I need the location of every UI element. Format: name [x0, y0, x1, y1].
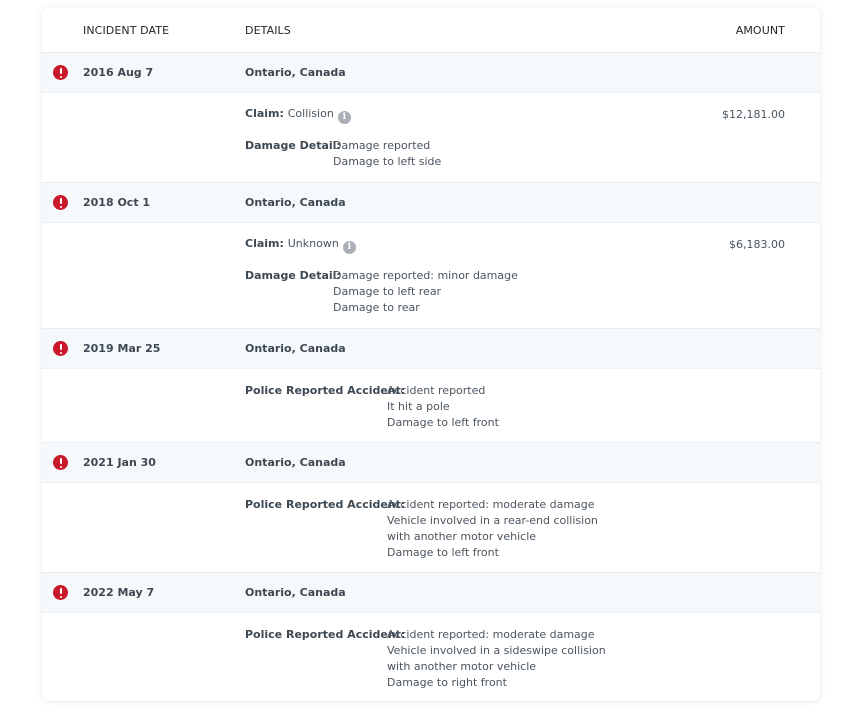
incident-details: Police Reported Accident: Accident repor…	[42, 483, 820, 572]
incident-details: Police Reported Accident: Accident repor…	[42, 369, 820, 442]
detail-line: Damage reported	[333, 139, 431, 152]
incident-location: Ontario, Canada	[245, 196, 346, 209]
incident-location: Ontario, Canada	[245, 586, 346, 599]
incident-details: Claim: Collision i $12,181.00 Damage Deta…	[42, 93, 820, 182]
detail-line: It hit a pole	[387, 400, 450, 413]
header-details: DETAILS	[245, 24, 291, 37]
detail-line: Accident reported	[387, 384, 486, 397]
detail-line: Damage to rear	[333, 301, 420, 314]
alert-circle-icon	[53, 195, 68, 210]
incident-details: Claim: Unknown i $6,183.00 Damage Detail:…	[42, 223, 820, 328]
claim-amount: $12,181.00	[722, 108, 785, 121]
info-icon[interactable]: i	[337, 111, 351, 124]
detail-line: with another motor vehicle	[387, 660, 537, 673]
claim-value: Collision	[287, 107, 334, 120]
incident-row: 2022 May 7 Ontario, Canada Police Report…	[42, 573, 820, 701]
incident-date: 2018 Oct 1	[83, 196, 151, 209]
detail-line: Damage to right front	[387, 676, 507, 689]
header-incident-date: INCIDENT DATE	[83, 24, 170, 37]
alert-circle-icon	[53, 65, 68, 80]
table-header: INCIDENT DATE DETAILS AMOUNT	[42, 8, 820, 53]
incident-history-card: INCIDENT DATE DETAILS AMOUNT 2016 Aug 7 …	[42, 8, 820, 701]
detail-line: Damage to left rear	[333, 285, 442, 298]
incident-location: Ontario, Canada	[245, 66, 346, 79]
incident-date: 2021 Jan 30	[83, 456, 156, 469]
claim-amount: $6,183.00	[729, 238, 785, 251]
detail-line: Vehicle involved in a rear-end collision	[387, 514, 598, 527]
claim-label: Claim:	[245, 107, 284, 120]
incident-details: Police Reported Accident: Accident repor…	[42, 613, 820, 701]
incident-row: 2018 Oct 1 Ontario, Canada Claim: Unknow…	[42, 183, 820, 329]
header-amount: AMOUNT	[735, 24, 785, 37]
incident-summary: 2018 Oct 1 Ontario, Canada	[42, 183, 820, 223]
incident-row: 2021 Jan 30 Ontario, Canada Police Repor…	[42, 443, 820, 573]
incident-summary: 2022 May 7 Ontario, Canada	[42, 573, 820, 613]
alert-circle-icon	[53, 455, 68, 470]
detail-line: Accident reported: moderate damage	[387, 628, 595, 641]
incident-summary: 2021 Jan 30 Ontario, Canada	[42, 443, 820, 483]
detail-line: Vehicle involved in a sideswipe collisio…	[387, 644, 606, 657]
detail-line: Damage to left front	[387, 416, 499, 429]
alert-circle-icon	[53, 585, 68, 600]
detail-line: Accident reported: moderate damage	[387, 498, 595, 511]
incident-location: Ontario, Canada	[245, 342, 346, 355]
incident-summary: 2019 Mar 25 Ontario, Canada	[42, 329, 820, 369]
claim-value: Unknown	[287, 237, 339, 250]
incident-date: 2019 Mar 25	[83, 342, 161, 355]
incident-date: 2022 May 7	[83, 586, 155, 599]
claim-line: Claim: Unknown i	[245, 237, 356, 254]
detail-line: Damage to left side	[333, 155, 442, 168]
police-report-label: Police Reported Accident:	[245, 498, 406, 511]
damage-detail-label: Damage Detail:	[245, 139, 341, 152]
incident-location: Ontario, Canada	[245, 456, 346, 469]
police-report-label: Police Reported Accident:	[245, 384, 406, 397]
detail-line: with another motor vehicle	[387, 530, 537, 543]
incident-summary: 2016 Aug 7 Ontario, Canada	[42, 53, 820, 93]
alert-circle-icon	[53, 341, 68, 356]
detail-line: Damage reported: minor damage	[333, 269, 518, 282]
incident-date: 2016 Aug 7	[83, 66, 154, 79]
claim-label: Claim:	[245, 237, 284, 250]
incident-row: 2016 Aug 7 Ontario, Canada Claim: Collis…	[42, 53, 820, 183]
police-report-label: Police Reported Accident:	[245, 628, 406, 641]
claim-line: Claim: Collision i	[245, 107, 351, 124]
detail-line: Damage to left front	[387, 546, 499, 559]
info-icon[interactable]: i	[342, 241, 356, 254]
damage-detail-label: Damage Detail:	[245, 269, 341, 282]
incident-row: 2019 Mar 25 Ontario, Canada Police Repor…	[42, 329, 820, 443]
